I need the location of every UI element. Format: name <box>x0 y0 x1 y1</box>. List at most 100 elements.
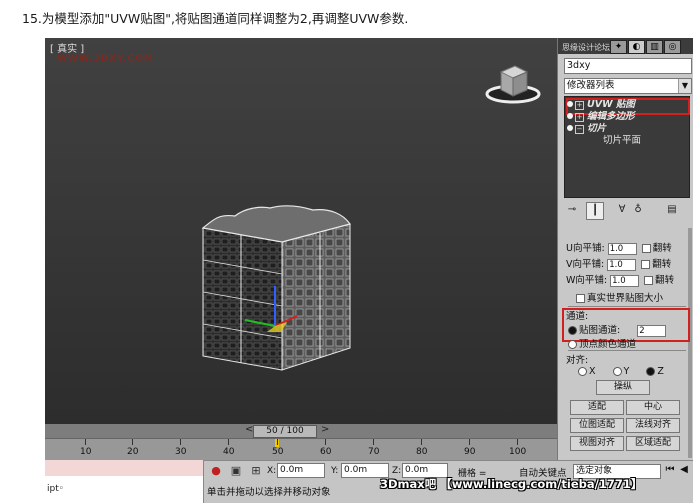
real-world-label: 真实世界贴图大小 <box>587 293 664 304</box>
pin-stack-icon[interactable]: ⊸ <box>564 202 580 218</box>
align-axis-row: X Y Z <box>578 366 664 377</box>
object-name-field[interactable]: 3dxy <box>564 58 692 74</box>
map-channel-row: 贴图通道: 2 <box>568 322 667 337</box>
divider <box>568 350 686 351</box>
channel-group-label: 通道: <box>566 311 589 322</box>
region-fit-button[interactable]: 区域适配 <box>626 436 680 451</box>
ruler-tick: 20 <box>127 447 139 457</box>
track-bar[interactable]: 10 20 30 40 50 60 70 80 90 100 <box>45 438 557 461</box>
modifier-list-label: 修改器列表 <box>567 80 615 91</box>
axis-z-label: Z <box>657 366 664 377</box>
perspective-viewport[interactable]: [ 真实 ] WWW.3DXY.COM <box>45 38 558 436</box>
axis-z-radio[interactable] <box>646 367 656 376</box>
command-panel: 思缘设计论坛 ✦ ◐ ▥ ◎ 3dxy 修改器列表 ▼ + UVW 贴图 + 编辑多… <box>557 38 693 460</box>
maxscript-output[interactable]: ipt◦ <box>47 484 64 494</box>
absolute-mode-icon[interactable]: ⊞ <box>249 464 263 478</box>
w-tile-label: W向平铺: <box>566 275 608 286</box>
motion-tab-icon[interactable]: ◎ <box>664 40 681 54</box>
forum-watermark: 3Dmax吧 【www.linecg.com/tieba/1771】 <box>380 477 643 491</box>
y-label: Y: <box>331 466 339 476</box>
w-flip-label: 翻转 <box>655 275 675 286</box>
ruler-tick: 30 <box>175 447 187 457</box>
max-window: [ 真实 ] WWW.3DXY.COM < 50 / 100 > 10 20 3… <box>45 38 693 503</box>
v-flip-checkbox[interactable] <box>641 260 651 269</box>
modify-tab-icon[interactable]: ◐ <box>628 40 645 54</box>
panel-watermark: 思缘设计论坛 <box>562 43 610 52</box>
axis-x-label: X <box>589 366 596 377</box>
manipulate-button[interactable]: 操纵 <box>596 380 650 395</box>
axis-x-radio[interactable] <box>578 367 587 376</box>
w-tile-spinner[interactable]: 1.0 <box>610 274 640 287</box>
axis-y-label: Y <box>623 366 630 377</box>
panel-scrollbar[interactable] <box>688 228 692 458</box>
configure-sets-icon[interactable]: ▤ <box>664 202 680 218</box>
instruction-caption: 15.为模型添加"UVW贴图",将贴图通道同样调整为2,再调整UVW参数. <box>22 11 409 26</box>
chevron-down-icon[interactable]: ▼ <box>678 79 691 93</box>
ruler-tick: 100 <box>509 447 527 457</box>
vertex-color-radio[interactable] <box>568 340 577 349</box>
axis-y-radio[interactable] <box>612 367 622 376</box>
divider <box>568 306 686 307</box>
key-icon[interactable]: ● <box>209 464 223 478</box>
ruler-tick: 90 <box>464 447 476 457</box>
bulb-icon[interactable] <box>567 101 573 107</box>
make-unique-icon[interactable]: ∀ <box>614 202 630 218</box>
u-tile-spinner[interactable]: 1.0 <box>607 242 637 255</box>
show-end-result-icon[interactable]: ┃ <box>586 202 604 220</box>
hierarchy-tab-icon[interactable]: ▥ <box>646 40 663 54</box>
fit-button[interactable]: 适配 <box>570 400 624 415</box>
ruler-tick: 60 <box>320 447 332 457</box>
w-tile-row: W向平铺: 1.0 翻转 <box>566 272 674 287</box>
real-world-row: 真实世界贴图大小 <box>574 290 663 304</box>
prev-frame-icon[interactable]: ◀ <box>677 463 691 477</box>
building-model[interactable] <box>45 38 557 418</box>
ruler-tick: 80 <box>416 447 428 457</box>
time-next-arrow[interactable]: > <box>321 424 329 435</box>
center-button[interactable]: 中心 <box>626 400 680 415</box>
stack-toolbar: ⊸ ┃ ∀ ♁ ▤ <box>564 202 688 220</box>
goto-start-icon[interactable]: ⏮ <box>663 463 677 477</box>
normal-align-button[interactable]: 法线对齐 <box>626 418 680 433</box>
modifier-list-dropdown[interactable]: 修改器列表 ▼ <box>564 78 692 94</box>
stack-item-slice-plane[interactable]: 切片平面 <box>603 135 641 147</box>
stack-item-edit-poly[interactable]: + 编辑多边形 <box>567 111 635 123</box>
ruler-tick: 70 <box>368 447 380 457</box>
ruler-tick: 40 <box>223 447 235 457</box>
stack-item-slice[interactable]: − 切片 <box>567 123 606 135</box>
v-flip-label: 翻转 <box>652 259 672 270</box>
x-coord-field[interactable]: 0.0m <box>277 463 325 478</box>
modifier-stack[interactable]: + UVW 贴图 + 编辑多边形 − 切片 切片平面 <box>564 96 690 198</box>
lock-icon[interactable]: ▣ <box>229 464 243 478</box>
vertex-color-label: 顶点颜色通道 <box>579 339 637 350</box>
w-flip-checkbox[interactable] <box>644 276 654 285</box>
view-align-button[interactable]: 视图对齐 <box>570 436 624 451</box>
map-channel-label: 贴图通道: <box>579 325 621 336</box>
u-flip-checkbox[interactable] <box>641 244 651 253</box>
bitmap-fit-button[interactable]: 位图适配 <box>570 418 624 433</box>
create-tab-icon[interactable]: ✦ <box>610 40 627 54</box>
panel-tabs: 思缘设计论坛 ✦ ◐ ▥ ◎ <box>558 38 693 54</box>
ruler-tick: 50 <box>272 447 284 457</box>
status-prompt: 单击并拖动以选择并移动对象 <box>207 487 331 498</box>
map-channel-radio[interactable] <box>568 326 577 335</box>
map-channel-spinner[interactable]: 2 <box>637 324 667 337</box>
time-slider[interactable]: < 50 / 100 > <box>45 424 557 438</box>
v-tile-row: V向平铺: 1.0 翻转 <box>566 256 671 271</box>
remove-modifier-icon[interactable]: ♁ <box>630 202 646 218</box>
time-slider-thumb[interactable]: 50 / 100 <box>253 425 317 438</box>
bulb-icon[interactable] <box>567 125 573 131</box>
x-label: X: <box>267 466 277 476</box>
stack-item-uvw-map[interactable]: + UVW 贴图 <box>567 99 635 111</box>
v-tile-spinner[interactable]: 1.0 <box>607 258 637 271</box>
expand-icon[interactable]: + <box>575 113 584 122</box>
v-tile-label: V向平铺: <box>566 259 605 270</box>
collapse-icon[interactable]: − <box>575 125 584 134</box>
real-world-checkbox[interactable] <box>576 294 585 303</box>
expand-icon[interactable]: + <box>575 101 584 110</box>
bulb-icon[interactable] <box>567 113 573 119</box>
ruler-tick: 10 <box>80 447 92 457</box>
u-tile-label: U向平铺: <box>566 243 605 254</box>
maxscript-listener[interactable]: ipt◦ <box>45 460 204 503</box>
maxscript-input[interactable] <box>45 460 203 476</box>
u-tile-row: U向平铺: 1.0 翻转 <box>566 240 672 255</box>
